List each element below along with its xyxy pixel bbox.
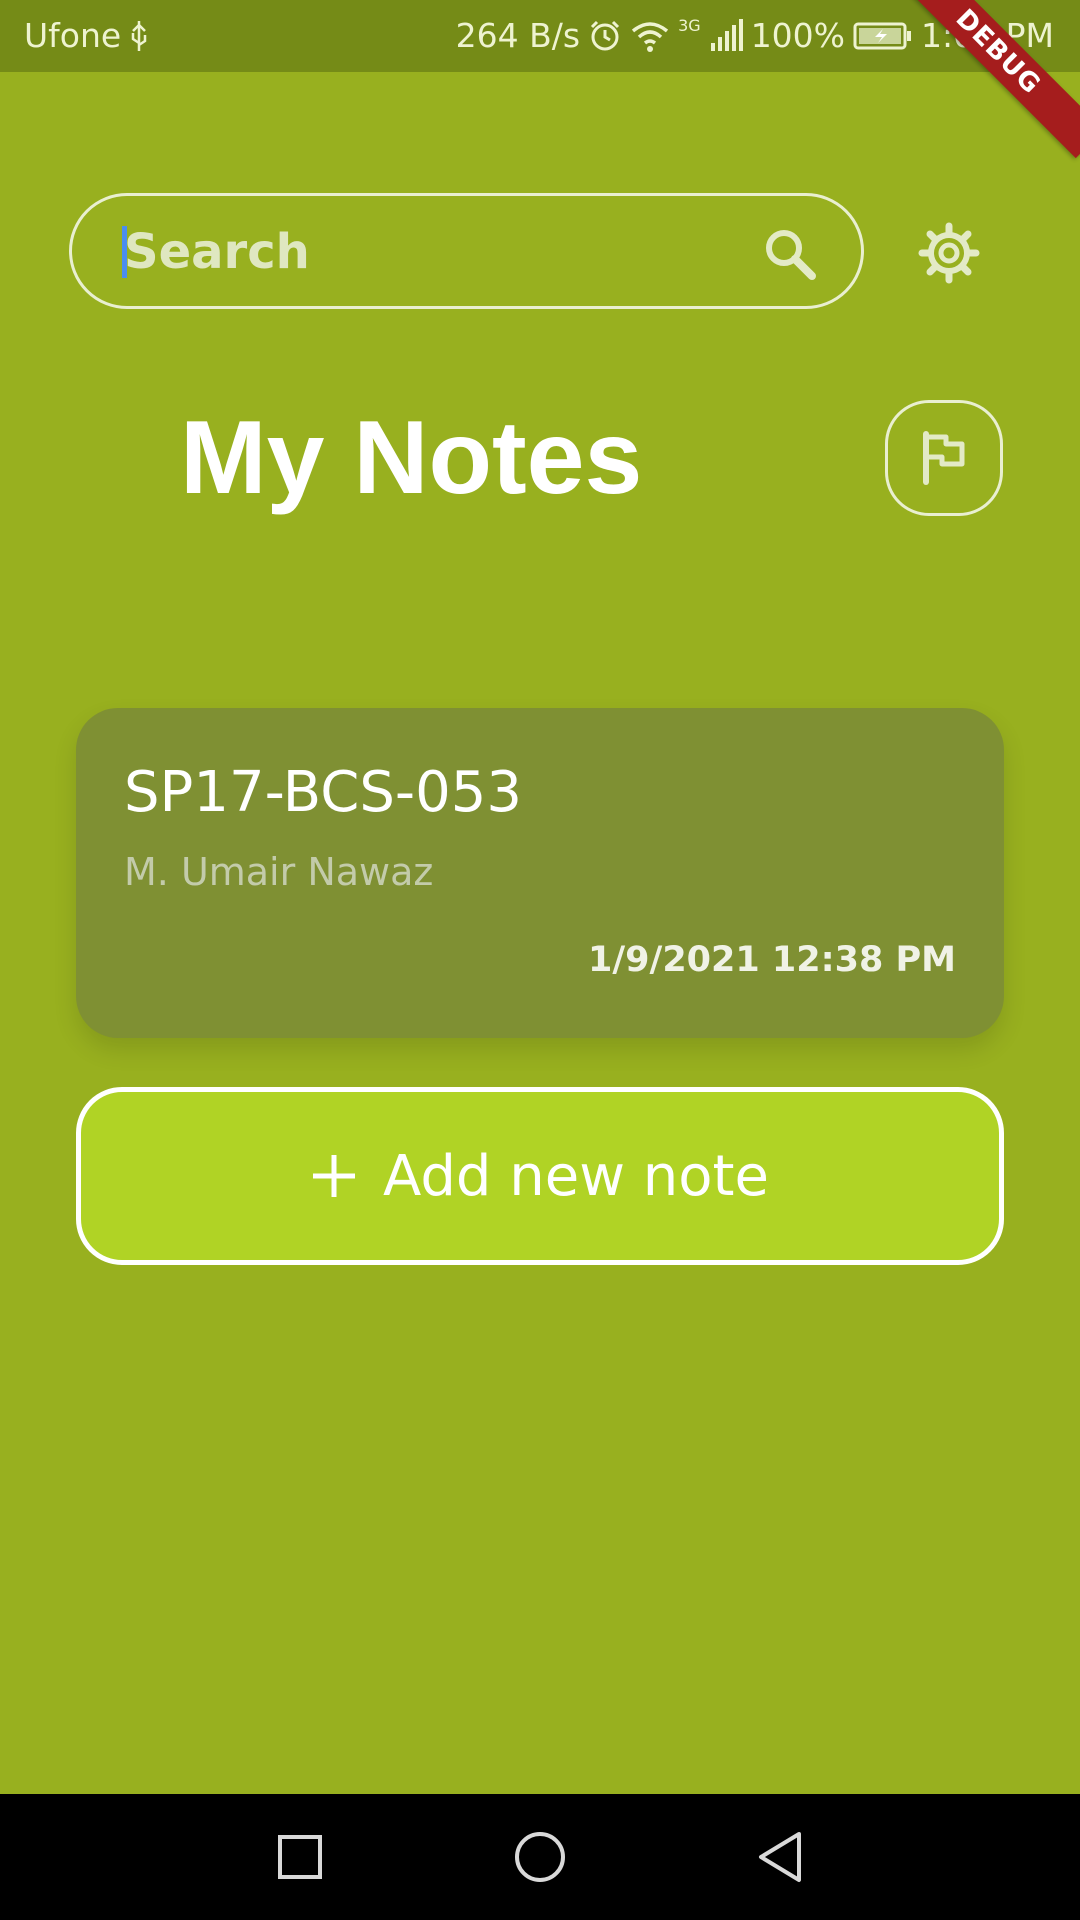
- battery-percent: 100%: [750, 16, 846, 55]
- status-bar: Ufone 264 B/s 3G 100%: [0, 0, 1080, 72]
- note-title: SP17-BCS-053: [124, 760, 522, 825]
- add-note-label: Add new note: [383, 1143, 769, 1209]
- search-input[interactable]: [122, 218, 726, 286]
- home-button[interactable]: [500, 1822, 580, 1892]
- carrier-label: Ufone: [24, 16, 122, 55]
- flag-icon: [923, 431, 965, 485]
- signal-icon: [710, 18, 743, 51]
- back-button[interactable]: [740, 1822, 820, 1892]
- network-speed: 264 B/s: [455, 16, 581, 55]
- search-icon[interactable]: [762, 226, 818, 282]
- wifi-icon: [631, 21, 669, 52]
- flag-button[interactable]: [885, 400, 1003, 516]
- status-left: Ufone: [24, 16, 151, 55]
- navigation-bar: [0, 1794, 1080, 1920]
- plus-icon: [313, 1155, 356, 1197]
- add-note-button[interactable]: Add new note: [76, 1087, 1004, 1265]
- page-title: My Notes: [180, 400, 643, 516]
- back-icon: [759, 1832, 801, 1882]
- recent-apps-button[interactable]: [260, 1822, 340, 1892]
- alarm-icon: [591, 20, 620, 50]
- network-type: 3G: [678, 16, 701, 35]
- recent-apps-icon: [278, 1835, 322, 1879]
- gear-icon[interactable]: [918, 222, 980, 284]
- home-icon: [515, 1832, 565, 1882]
- text-cursor: [122, 226, 127, 278]
- search-bar[interactable]: [69, 193, 864, 309]
- note-subtitle: M. Umair Nawaz: [124, 850, 434, 894]
- battery-charging-icon: [853, 22, 912, 49]
- note-card[interactable]: SP17-BCS-053 M. Umair Nawaz 1/9/2021 12:…: [76, 708, 1004, 1038]
- note-date: 1/9/2021 12:38 PM: [588, 940, 956, 980]
- usb-icon: [131, 20, 147, 51]
